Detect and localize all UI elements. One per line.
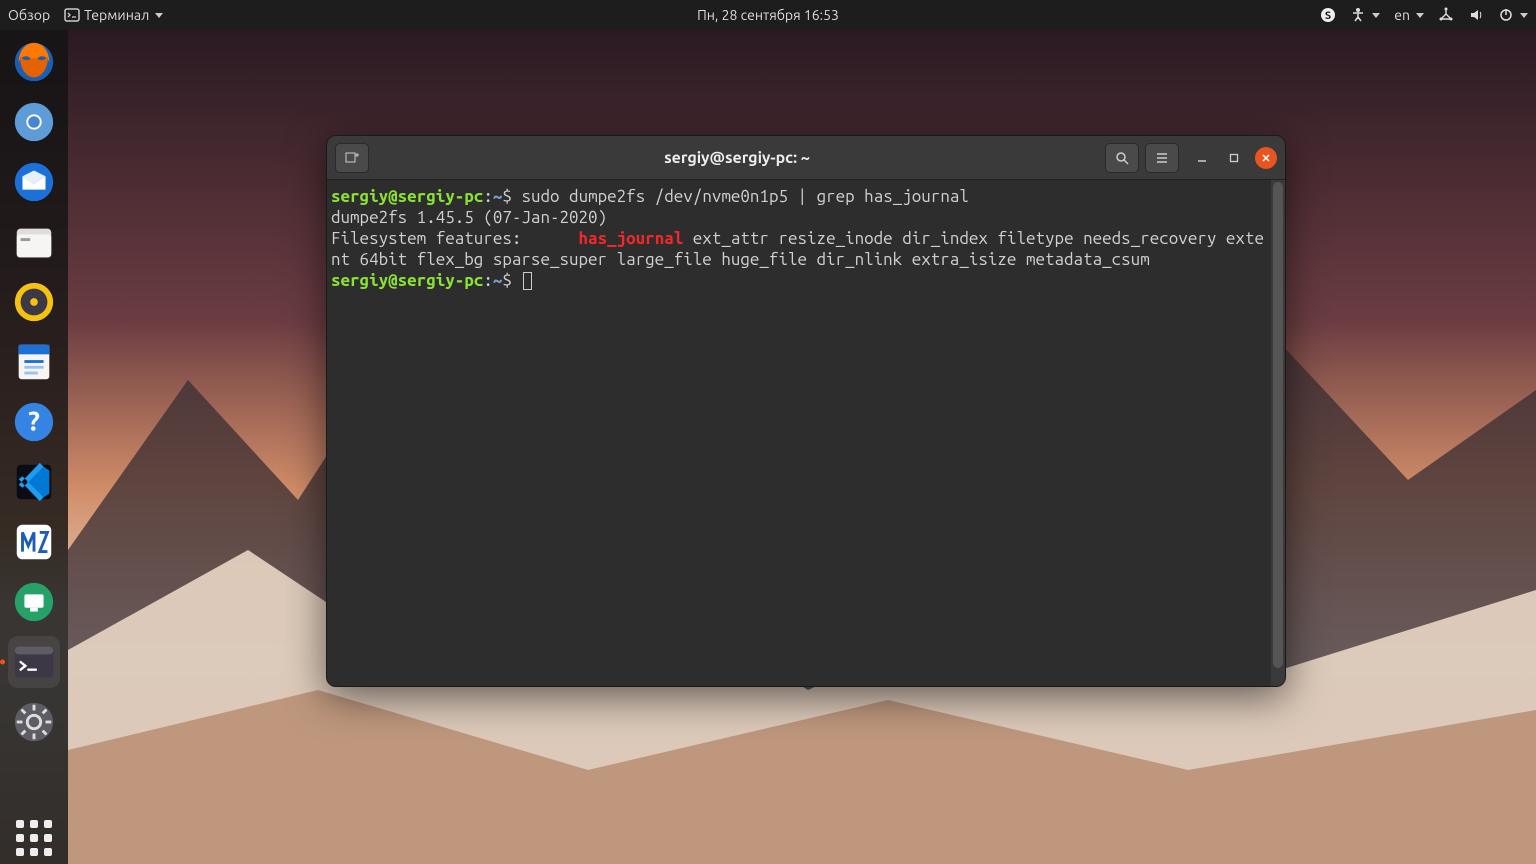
volume-indicator[interactable]	[1468, 7, 1484, 23]
app-menu[interactable]: Терминал	[64, 7, 163, 23]
power-menu[interactable]	[1498, 7, 1528, 23]
titlebar[interactable]: sergiy@sergiy-pc: ~	[327, 136, 1285, 180]
dock-rhythmbox[interactable]	[8, 276, 60, 328]
dock-vscode[interactable]	[8, 456, 60, 508]
terminal-command: sudo dumpe2fs /dev/nvme0n1p5 | grep has_…	[521, 187, 968, 206]
skype-indicator[interactable]: S	[1320, 7, 1336, 23]
terminal-cursor	[523, 272, 532, 290]
chevron-down-icon	[155, 13, 163, 18]
top-bar: Обзор Терминал Пн, 28 сентября 16:53 S e…	[0, 0, 1536, 30]
new-tab-button[interactable]	[335, 143, 369, 173]
dock: ?	[0, 30, 68, 864]
search-button[interactable]	[1105, 143, 1139, 173]
close-button[interactable]	[1255, 147, 1277, 169]
svg-text:?: ?	[28, 407, 40, 437]
hamburger-menu-button[interactable]	[1145, 143, 1179, 173]
svg-text:S: S	[1325, 10, 1331, 22]
dock-libreoffice-writer[interactable]	[8, 336, 60, 388]
activities-button[interactable]: Обзор	[8, 7, 50, 23]
dock-chromium[interactable]	[8, 96, 60, 148]
dock-terminal[interactable]	[8, 636, 60, 688]
dock-files[interactable]	[8, 216, 60, 268]
terminal-output-line: dumpe2fs 1.45.5 (07-Jan-2020)	[331, 208, 607, 227]
terminal-icon	[64, 7, 80, 23]
terminal-output-line: Filesystem features:	[331, 229, 579, 248]
clock[interactable]: Пн, 28 сентября 16:53	[697, 7, 839, 23]
dock-thunderbird[interactable]	[8, 156, 60, 208]
dock-settings[interactable]	[8, 696, 60, 748]
dock-firefox[interactable]	[8, 36, 60, 88]
scrollbar[interactable]	[1273, 182, 1283, 668]
minimize-button[interactable]	[1191, 147, 1213, 169]
terminal-window: sergiy@sergiy-pc: ~ sergiy@sergiy-pc:~$ …	[326, 135, 1286, 687]
keyboard-layout[interactable]: en	[1394, 7, 1424, 23]
maximize-button[interactable]	[1223, 147, 1245, 169]
dock-virtualbox[interactable]	[8, 516, 60, 568]
dock-help[interactable]: ?	[8, 396, 60, 448]
window-title: sergiy@sergiy-pc: ~	[375, 149, 1099, 167]
terminal-content[interactable]: sergiy@sergiy-pc:~$ sudo dumpe2fs /dev/n…	[327, 180, 1285, 686]
network-indicator[interactable]	[1438, 7, 1454, 23]
show-applications[interactable]	[8, 812, 60, 864]
accessibility-menu[interactable]	[1350, 7, 1380, 23]
grep-match: has_journal	[579, 229, 684, 248]
dock-remmina[interactable]	[8, 576, 60, 628]
